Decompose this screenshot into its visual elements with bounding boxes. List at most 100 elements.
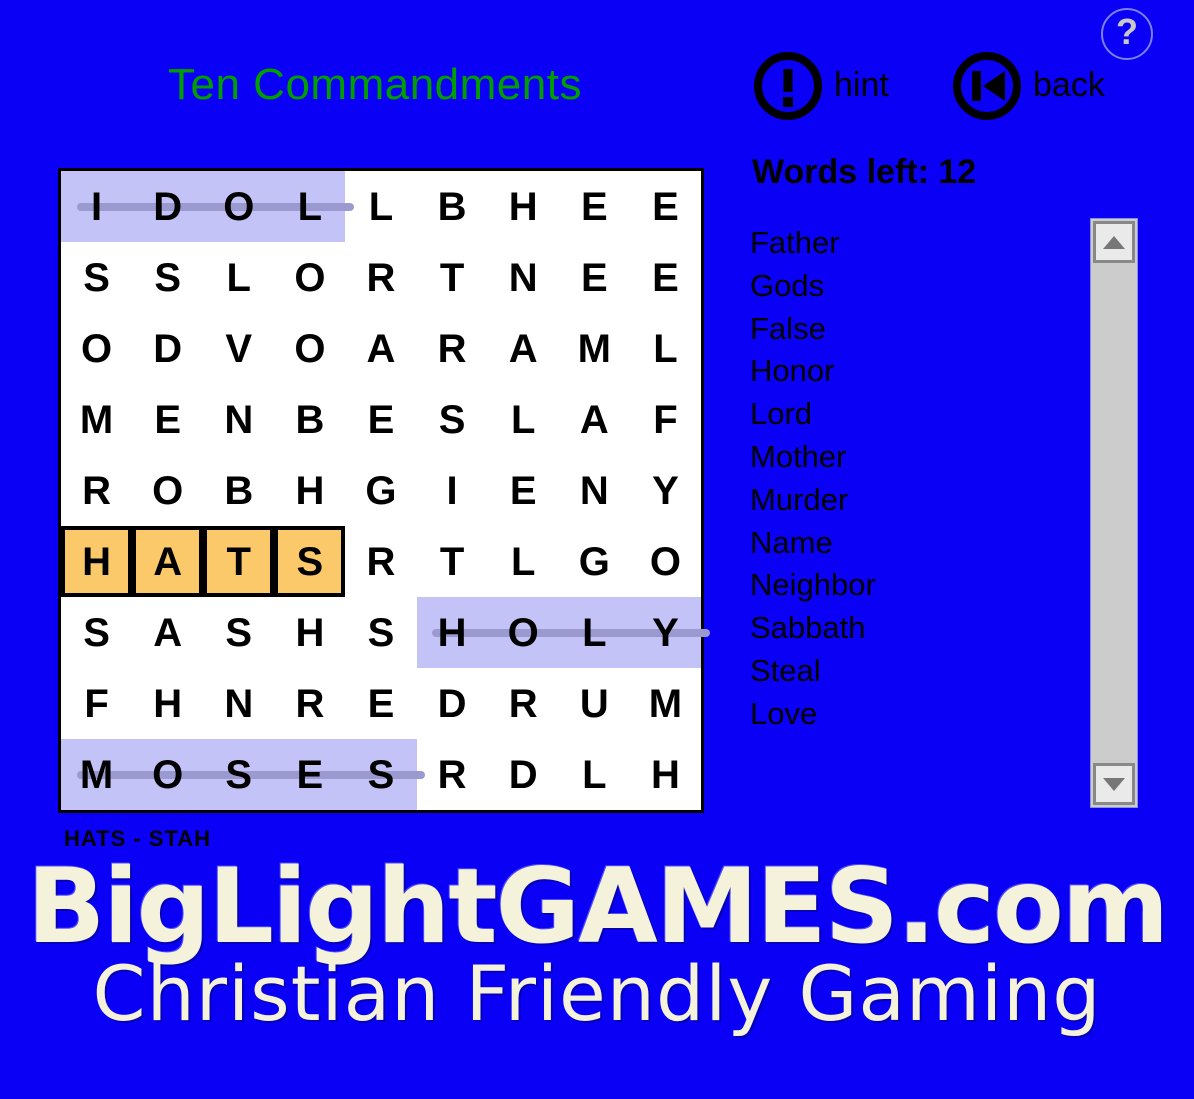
grid-cell-r3-c0[interactable]: M (61, 384, 132, 455)
grid-cell-r6-c4[interactable]: S (345, 597, 416, 668)
grid-cell-r2-c1[interactable]: D (132, 313, 203, 384)
grid-cell-r5-c1[interactable]: A (132, 526, 204, 597)
word-search-grid[interactable]: IDOLLBHEESSLORTNEEODVOARAMLMENBESLAFROBH… (58, 168, 704, 813)
grid-cell-r1-c0[interactable]: S (61, 242, 132, 313)
grid-cell-r5-c2[interactable]: T (203, 526, 275, 597)
grid-cell-r4-c5[interactable]: I (417, 455, 488, 526)
grid-cell-r2-c6[interactable]: A (488, 313, 559, 384)
grid-cell-r3-c2[interactable]: N (203, 384, 274, 455)
word-list-item-father[interactable]: Father (750, 222, 1080, 265)
grid-cell-r3-c7[interactable]: A (559, 384, 630, 455)
grid-cell-r0-c2[interactable]: O (203, 171, 275, 242)
grid-cell-r6-c0[interactable]: S (61, 597, 132, 668)
grid-cell-r6-c7[interactable]: L (558, 597, 630, 668)
grid-cell-r7-c8[interactable]: M (630, 668, 701, 739)
grid-cell-r1-c8[interactable]: E (630, 242, 701, 313)
grid-cell-r4-c4[interactable]: G (345, 455, 416, 526)
grid-cell-r4-c1[interactable]: O (132, 455, 203, 526)
word-list-item-sabbath[interactable]: Sabbath (750, 607, 1080, 650)
grid-cell-r6-c6[interactable]: O (487, 597, 559, 668)
grid-cell-r8-c0[interactable]: M (61, 739, 133, 810)
grid-cell-r5-c3[interactable]: S (274, 526, 346, 597)
grid-cell-r2-c3[interactable]: O (274, 313, 345, 384)
grid-cell-r5-c0[interactable]: H (61, 526, 133, 597)
scroll-up-button[interactable] (1093, 221, 1135, 263)
grid-cell-r7-c7[interactable]: U (559, 668, 630, 739)
grid-cell-r3-c8[interactable]: F (630, 384, 701, 455)
grid-cell-r1-c1[interactable]: S (132, 242, 203, 313)
grid-cell-r2-c4[interactable]: A (345, 313, 416, 384)
grid-cell-r5-c8[interactable]: O (630, 526, 701, 597)
grid-cell-r5-c6[interactable]: L (488, 526, 559, 597)
grid-cell-r4-c6[interactable]: E (488, 455, 559, 526)
grid-cell-r7-c3[interactable]: R (274, 668, 345, 739)
word-list-scrollbar[interactable] (1090, 218, 1138, 808)
grid-cell-r8-c6[interactable]: D (488, 739, 559, 810)
grid-cell-r0-c5[interactable]: B (417, 171, 488, 242)
grid-cell-r7-c5[interactable]: D (417, 668, 488, 739)
grid-cell-r2-c2[interactable]: V (203, 313, 274, 384)
grid-cell-r4-c2[interactable]: B (203, 455, 274, 526)
grid-cell-r5-c4[interactable]: R (345, 526, 416, 597)
word-list-item-neighbor[interactable]: Neighbor (750, 564, 1080, 607)
grid-cell-r3-c3[interactable]: B (274, 384, 345, 455)
grid-cell-r2-c7[interactable]: M (559, 313, 630, 384)
grid-cell-r8-c3[interactable]: E (274, 739, 346, 810)
grid-cell-r1-c3[interactable]: O (274, 242, 345, 313)
word-list-item-name[interactable]: Name (750, 522, 1080, 565)
word-list-item-mother[interactable]: Mother (750, 436, 1080, 479)
grid-cell-r0-c3[interactable]: L (274, 171, 346, 242)
grid-cell-r2-c8[interactable]: L (630, 313, 701, 384)
word-list-item-lord[interactable]: Lord (750, 393, 1080, 436)
grid-cell-r3-c1[interactable]: E (132, 384, 203, 455)
grid-cell-r4-c8[interactable]: Y (630, 455, 701, 526)
grid-cell-r7-c4[interactable]: E (345, 668, 416, 739)
word-list-item-love[interactable]: Love (750, 693, 1080, 736)
grid-cell-r6-c1[interactable]: A (132, 597, 203, 668)
grid-cell-r6-c3[interactable]: H (274, 597, 345, 668)
grid-cell-r5-c7[interactable]: G (559, 526, 630, 597)
grid-cell-r8-c7[interactable]: L (559, 739, 630, 810)
grid-cell-r1-c7[interactable]: E (559, 242, 630, 313)
grid-cell-r8-c2[interactable]: S (203, 739, 275, 810)
grid-cell-r7-c6[interactable]: R (488, 668, 559, 739)
grid-cell-r0-c8[interactable]: E (630, 171, 701, 242)
grid-cell-r0-c6[interactable]: H (488, 171, 559, 242)
grid-cell-r7-c2[interactable]: N (203, 668, 274, 739)
grid-cell-r4-c3[interactable]: H (274, 455, 345, 526)
grid-cell-r2-c0[interactable]: O (61, 313, 132, 384)
grid-cell-r3-c4[interactable]: E (345, 384, 416, 455)
grid-cell-r1-c6[interactable]: N (488, 242, 559, 313)
word-list-item-false[interactable]: False (750, 308, 1080, 351)
grid-cell-r3-c5[interactable]: S (417, 384, 488, 455)
word-list-item-honor[interactable]: Honor (750, 350, 1080, 393)
grid-cell-r3-c6[interactable]: L (488, 384, 559, 455)
grid-cell-r1-c4[interactable]: R (345, 242, 416, 313)
hint-button[interactable]: hint (754, 52, 889, 120)
grid-cell-r0-c4[interactable]: L (345, 171, 416, 242)
grid-cell-r5-c5[interactable]: T (417, 526, 488, 597)
grid-cell-r6-c8[interactable]: Y (629, 597, 701, 668)
grid-cell-r6-c5[interactable]: H (416, 597, 488, 668)
grid-cell-r8-c5[interactable]: R (417, 739, 488, 810)
grid-cell-r4-c7[interactable]: N (559, 455, 630, 526)
grid-cell-r1-c2[interactable]: L (203, 242, 274, 313)
word-list-item-gods[interactable]: Gods (750, 265, 1080, 308)
grid-cell-r8-c1[interactable]: O (132, 739, 204, 810)
scroll-down-button[interactable] (1093, 763, 1135, 805)
grid-cell-r8-c4[interactable]: S (345, 739, 417, 810)
grid-cell-r0-c0[interactable]: I (61, 171, 133, 242)
grid-cell-r7-c1[interactable]: H (132, 668, 203, 739)
grid-cell-r0-c7[interactable]: E (559, 171, 630, 242)
grid-cell-r4-c0[interactable]: R (61, 455, 132, 526)
word-list-item-steal[interactable]: Steal (750, 650, 1080, 693)
word-list-item-murder[interactable]: Murder (750, 479, 1080, 522)
grid-cell-r0-c1[interactable]: D (132, 171, 204, 242)
help-button[interactable]: ? (1101, 8, 1153, 60)
grid-cell-r8-c8[interactable]: H (630, 739, 701, 810)
grid-cell-r6-c2[interactable]: S (203, 597, 274, 668)
grid-cell-r1-c5[interactable]: T (417, 242, 488, 313)
back-button[interactable]: back (953, 52, 1105, 120)
grid-cell-r2-c5[interactable]: R (417, 313, 488, 384)
grid-cell-r7-c0[interactable]: F (61, 668, 132, 739)
